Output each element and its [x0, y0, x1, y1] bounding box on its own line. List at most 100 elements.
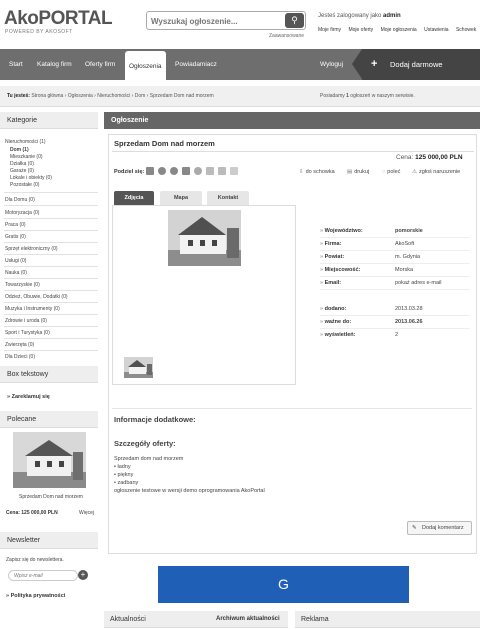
nav-start[interactable]: Start	[9, 49, 23, 80]
category-item[interactable]: Usługi (0)	[5, 258, 26, 264]
user-link-my-ads[interactable]: Moje ogłoszenia	[381, 27, 417, 33]
divider	[320, 315, 470, 316]
category-item[interactable]: Sprzęt elektroniczny (0)	[5, 246, 58, 252]
add-comment-button[interactable]: ✎ Dodaj komentarz	[407, 521, 472, 535]
category-item[interactable]: Dla Domu (0)	[5, 197, 35, 203]
list-item: ładny	[114, 464, 130, 470]
blip-icon[interactable]	[182, 167, 190, 175]
subcategory-house[interactable]: Dom (1)	[10, 147, 29, 153]
main-house-photo[interactable]	[168, 210, 241, 266]
recommended-more-link[interactable]: Więcej	[79, 510, 94, 516]
report-abuse-link[interactable]: ⚠ zgłoś naruszenie	[412, 169, 460, 175]
category-item[interactable]: Dla Dzieci (0)	[5, 354, 35, 360]
divider	[4, 205, 98, 206]
category-item[interactable]: Sport i Turystyka (0)	[5, 330, 50, 336]
action-label: drukuj	[354, 169, 370, 175]
news-archive-link[interactable]: Archiwum aktualności	[216, 611, 280, 628]
user-link-clipboard[interactable]: Schowek	[456, 27, 476, 33]
nav-notifier[interactable]: Powiadamiacz	[175, 49, 217, 80]
plus-icon: +	[80, 570, 86, 579]
detail-value: 2	[395, 332, 399, 338]
digg-icon[interactable]	[194, 167, 202, 175]
site-logo[interactable]: AkoPORTAL	[4, 8, 113, 30]
category-item[interactable]: Zdrowie i uroda (0)	[5, 318, 47, 324]
counter-icon	[230, 167, 238, 175]
recommend-link[interactable]: ◌ poleć	[382, 169, 400, 175]
subcategory-garages[interactable]: Garaże (0)	[10, 168, 34, 174]
tab-contact[interactable]: Kontakt	[207, 191, 249, 205]
subcategory-other[interactable]: Pozostałe (0)	[10, 182, 39, 188]
advertise-link[interactable]: » Zareklamuj się	[7, 394, 50, 400]
divider	[4, 326, 98, 327]
category-real-estate[interactable]: Nieruchomości (1)	[5, 139, 46, 145]
user-link-my-offers[interactable]: Moje oferty	[348, 27, 373, 33]
category-item[interactable]: Nauka (0)	[5, 270, 27, 276]
add-to-clipboard-link[interactable]: ⇩ do schowka	[299, 169, 335, 175]
category-item[interactable]: Towarzyskie (0)	[5, 282, 40, 288]
divider	[4, 278, 98, 279]
breadcrumb-prefix: Tu jesteś:	[7, 93, 30, 99]
divider	[112, 151, 474, 152]
show-email-link[interactable]: pokaż adres e-mail	[395, 280, 441, 286]
subcategory-apartment[interactable]: Mieszkanie (0)	[10, 154, 43, 160]
add-free-ad-button[interactable]: + Dodaj darmowe ogłoszenie	[362, 49, 480, 100]
logged-in-info: Jesteś zalogowany jako admin	[318, 13, 401, 19]
google-icon[interactable]	[218, 167, 226, 175]
facebook-icon[interactable]	[146, 167, 154, 175]
print-link[interactable]: ▤ drukuj	[347, 169, 369, 175]
logout-link[interactable]: Wyloguj	[320, 49, 343, 80]
category-item[interactable]: Odzież, Obuwie, Dodatki (0)	[5, 294, 68, 300]
tab-map[interactable]: Mapa	[160, 191, 202, 205]
subcategory-premises[interactable]: Lokale i obiekty (0)	[10, 175, 52, 181]
divider	[320, 250, 470, 251]
photo-thumbnail[interactable]	[124, 357, 153, 378]
nav-company-catalog[interactable]: Katalog firm	[37, 49, 72, 80]
breadcrumb-path[interactable]: Strona główna › Ogłoszenia › Nieruchomoś…	[31, 93, 213, 99]
ad-banner[interactable]: G	[158, 566, 409, 603]
news-header: Aktualności Archiwum aktualności	[104, 611, 288, 628]
recommended-house-image[interactable]	[13, 432, 86, 488]
wykop-icon[interactable]	[170, 167, 178, 175]
additional-info-title: Informacje dodatkowe:	[114, 415, 196, 424]
newsletter-submit-button[interactable]: +	[78, 570, 88, 580]
offer-description: Sprzedam dom nad morzem	[114, 456, 184, 462]
share-label: Podziel się:	[114, 169, 145, 175]
ads-count: 1	[346, 93, 349, 99]
category-item[interactable]: Gratis (0)	[5, 234, 26, 240]
divider	[320, 276, 470, 277]
detail-label: Powiat:	[320, 254, 345, 260]
gear-share-icon[interactable]	[158, 167, 166, 175]
user-links: Moje firmy Moje oferty Moje ogłoszenia U…	[318, 27, 480, 33]
price-value: 125 000,00 PLN	[415, 154, 463, 161]
add-comment-label: Dodaj komentarz	[422, 525, 464, 531]
recommended-caption[interactable]: Sprzedam Dom nad morzem	[19, 494, 83, 500]
subcategory-plot[interactable]: Działka (0)	[10, 161, 34, 167]
advanced-search-link[interactable]: Zaawansowane	[269, 33, 304, 39]
category-item[interactable]: Muzyka i Instrumenty (0)	[5, 306, 60, 312]
user-link-settings[interactable]: Ustawienia	[424, 27, 448, 33]
detail-label: ważne do:	[320, 319, 352, 325]
divider	[4, 266, 98, 267]
privacy-policy-link[interactable]: » Polityka prywatności	[6, 593, 65, 599]
search-input[interactable]	[151, 14, 281, 28]
nav-ads[interactable]: Ogłoszenia	[125, 51, 166, 80]
delicious-icon[interactable]	[206, 167, 214, 175]
category-item[interactable]: Zwierzęta (0)	[5, 342, 34, 348]
list-item: zadbany	[114, 480, 138, 486]
detail-value: Morska	[395, 267, 414, 273]
detail-value[interactable]: AkoSoft	[395, 241, 414, 247]
category-item[interactable]: Praca (0)	[5, 222, 26, 228]
nav-company-offers[interactable]: Oferty firm	[85, 49, 115, 80]
detail-value: pomorskie	[395, 228, 423, 234]
detail-label: wyświetleń:	[320, 332, 356, 338]
category-item[interactable]: Motoryzacja (0)	[5, 210, 39, 216]
tab-photos[interactable]: Zdjęcia	[114, 191, 154, 205]
detail-label: Miejscowość:	[320, 267, 361, 273]
search-button[interactable]: ⚲	[285, 13, 304, 28]
divider	[4, 242, 98, 243]
divider	[320, 328, 470, 329]
user-link-my-companies[interactable]: Moje firmy	[318, 27, 341, 33]
newsletter-email-input[interactable]	[8, 570, 78, 581]
action-label: poleć	[387, 169, 401, 175]
main-section-header: Ogłoszenie	[104, 112, 480, 129]
